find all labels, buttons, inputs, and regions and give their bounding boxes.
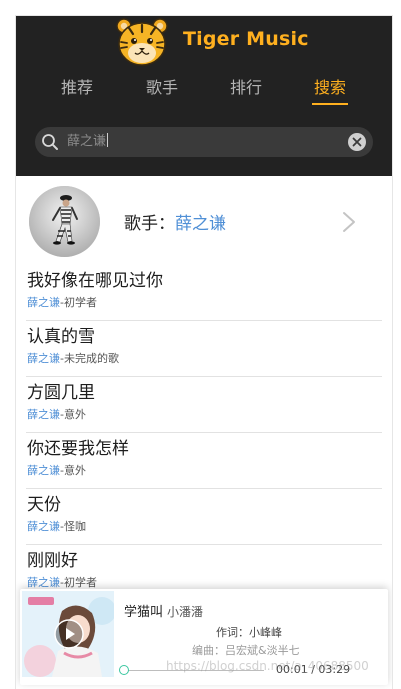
mini-player[interactable]: 学猫叫 小潘潘 作词：小峰峰 编曲：吕宏斌&淡半七 00:01 / 03:29 h… [20, 589, 388, 685]
search-input[interactable]: 薛之谦 [67, 127, 109, 157]
progress-bar[interactable] [124, 670, 264, 671]
song-album: -初学者 [60, 576, 97, 589]
song-item[interactable]: 我好像在哪见过你 薛之谦-初学者 [26, 264, 382, 321]
now-playing-artist: 小潘潘 [167, 605, 204, 619]
tab-rankings[interactable]: 排行 [230, 74, 262, 102]
song-subtitle: 薛之谦-初学者 [27, 574, 97, 590]
song-title: 天份 [27, 495, 61, 515]
clear-circle-icon[interactable] [347, 132, 367, 152]
singer-photo [29, 186, 100, 257]
song-subtitle: 薛之谦-未完成的歌 [27, 350, 119, 366]
song-subtitle: 薛之谦-怪咖 [27, 518, 86, 534]
song-album: -怪咖 [60, 520, 86, 533]
song-album: -未完成的歌 [60, 352, 119, 365]
tab-recommend[interactable]: 推荐 [61, 74, 93, 102]
play-icon[interactable] [54, 619, 84, 649]
song-artist[interactable]: 薛之谦 [27, 464, 60, 477]
avatar [29, 186, 100, 257]
app-header: Tiger Music 推荐 歌手 排行 搜索 薛之谦 [16, 16, 392, 176]
song-album: -初学者 [60, 296, 97, 309]
song-title: 刚刚好 [27, 551, 78, 571]
song-artist[interactable]: 薛之谦 [27, 520, 60, 533]
tab-singers[interactable]: 歌手 [146, 74, 178, 102]
song-title: 我好像在哪见过你 [27, 271, 163, 291]
logo[interactable] [115, 16, 169, 68]
song-title: 你还要我怎样 [27, 439, 129, 459]
lyric-line-current: 作词：小峰峰 [216, 626, 282, 639]
tab-search[interactable]: 搜索 [311, 74, 349, 105]
song-title: 认真的雪 [27, 327, 95, 347]
song-title: 方圆几里 [27, 383, 95, 403]
progress-handle[interactable] [119, 665, 129, 675]
song-album: -意外 [60, 464, 86, 477]
singer-label: 歌手：薛之谦 [124, 209, 226, 234]
album-cover[interactable] [22, 591, 114, 677]
song-artist[interactable]: 薛之谦 [27, 296, 60, 309]
now-playing-song: 学猫叫 [124, 605, 164, 620]
playback-time: 00:01 / 03:29 [276, 663, 351, 676]
song-subtitle: 薛之谦-意外 [27, 406, 86, 422]
lyric-line-next: 编曲：吕宏斌&淡半七 [192, 644, 300, 657]
song-item[interactable]: 你还要我怎样 薛之谦-意外 [26, 432, 382, 489]
song-artist[interactable]: 薛之谦 [27, 408, 60, 421]
song-artist[interactable]: 薛之谦 [27, 352, 60, 365]
singer-prefix: 歌手： [124, 214, 175, 234]
search-input-value: 薛之谦 [67, 134, 107, 149]
song-item[interactable]: 天份 薛之谦-怪咖 [26, 488, 382, 545]
song-subtitle: 薛之谦-初学者 [27, 294, 97, 310]
app-frame: Tiger Music 推荐 歌手 排行 搜索 薛之谦 歌手：薛之谦 我好像在哪… [16, 16, 392, 689]
song-subtitle: 薛之谦-意外 [27, 462, 86, 478]
brand-title: Tiger Music [183, 28, 309, 50]
song-item[interactable]: 方圆几里 薛之谦-意外 [26, 376, 382, 433]
text-caret [107, 133, 109, 147]
chevron-right-icon[interactable] [342, 211, 356, 233]
now-playing-title: 学猫叫 小潘潘 [124, 601, 203, 620]
song-item[interactable]: 认真的雪 薛之谦-未完成的歌 [26, 320, 382, 377]
search-box[interactable]: 薛之谦 [35, 127, 373, 157]
singer-name[interactable]: 薛之谦 [175, 214, 226, 234]
song-artist[interactable]: 薛之谦 [27, 576, 60, 589]
song-album: -意外 [60, 408, 86, 421]
tiger-face-icon [116, 18, 168, 66]
tab-bar: 推荐 歌手 排行 搜索 [16, 74, 392, 108]
singer-result[interactable]: 歌手：薛之谦 [16, 176, 392, 264]
search-icon[interactable] [41, 133, 59, 151]
